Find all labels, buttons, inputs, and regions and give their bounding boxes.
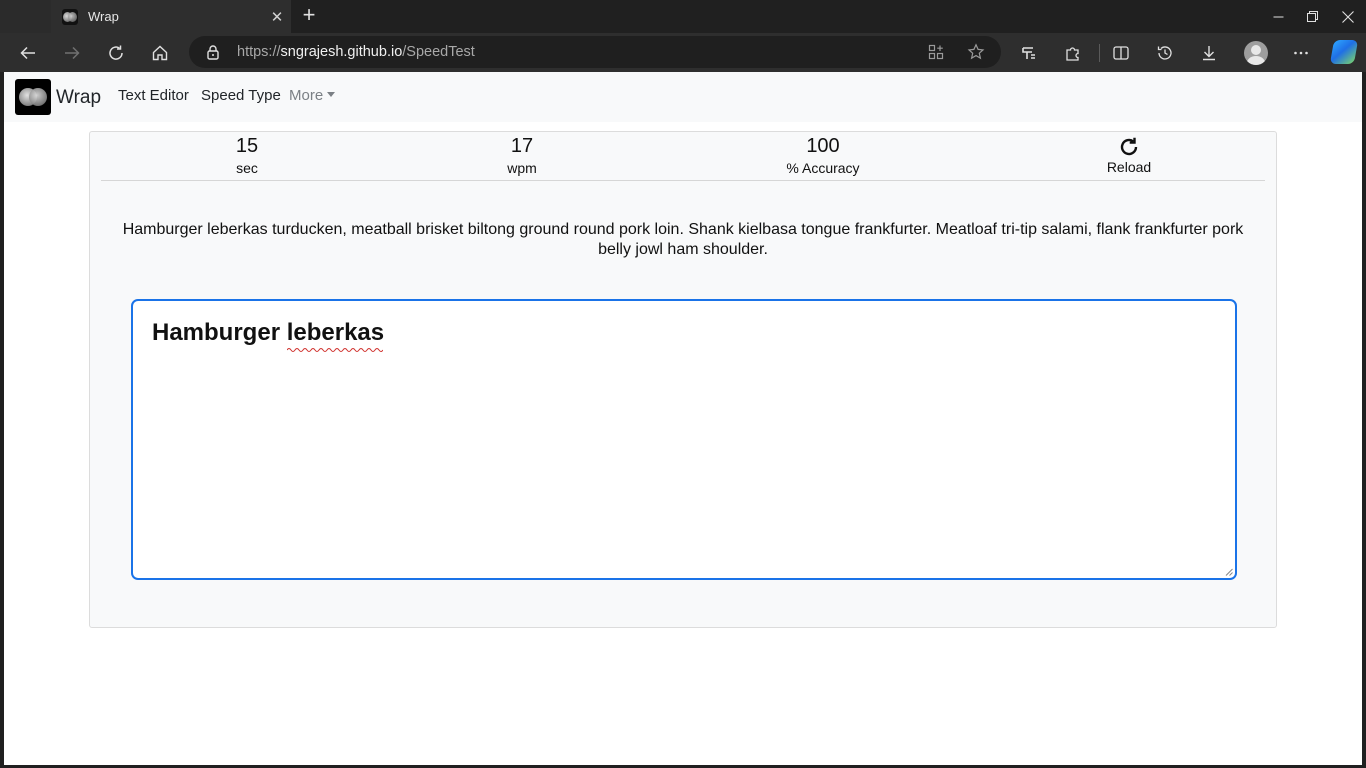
timer-value: 15 (235, 135, 259, 157)
reload-button[interactable]: Reload (1029, 132, 1229, 176)
timer-label: sec (236, 160, 258, 176)
toolbar-divider (1099, 44, 1100, 62)
stats-row: 15 sec 17 wpm 100 % Accuracy Reload (101, 132, 1265, 181)
split-screen-icon[interactable] (1107, 39, 1135, 67)
stat-timer: 15 sec (147, 132, 347, 177)
stat-accuracy: 100 % Accuracy (723, 132, 923, 177)
wpm-value: 17 (510, 135, 534, 157)
tab-title: Wrap (88, 9, 119, 24)
home-icon[interactable] (146, 39, 174, 67)
url-path: /SpeedTest (402, 44, 475, 60)
nav-link-speed-type[interactable]: Speed Type (201, 87, 281, 104)
misspelled-word: leberkas (286, 319, 385, 352)
page-viewport: Wrap Text Editor Speed Type More 15 sec … (4, 72, 1362, 765)
tab-actions-area[interactable] (0, 0, 51, 33)
refresh-icon[interactable] (102, 39, 130, 67)
url-text[interactable]: https://sngrajesh.github.io/SpeedTest (237, 44, 475, 60)
brand-name[interactable]: Wrap (56, 87, 101, 109)
reload-label: Reload (1106, 159, 1152, 175)
stat-wpm: 17 wpm (422, 132, 622, 177)
window-controls (1261, 0, 1366, 33)
restore-icon[interactable] (1296, 0, 1329, 33)
prompt-text: Hamburger leberkas turducken, meatball b… (122, 221, 1244, 258)
favorite-star-icon[interactable] (966, 42, 986, 62)
browser-tab-active[interactable]: Wrap ✕ (51, 0, 291, 33)
typed-text[interactable]: Hamburger leberkas (152, 319, 385, 352)
read-aloud-icon[interactable] (1015, 39, 1043, 67)
copilot-icon[interactable] (1329, 40, 1359, 64)
spellcheck-squiggle-icon (286, 348, 383, 352)
address-bar[interactable]: https://sngrajesh.github.io/SpeedTest (189, 36, 1001, 68)
typed-word: leberkas (286, 319, 385, 346)
resize-handle-icon[interactable] (1225, 568, 1233, 576)
lock-icon[interactable] (205, 44, 221, 60)
close-window-icon[interactable] (1329, 0, 1366, 33)
more-label: More (289, 87, 324, 104)
close-tab-icon[interactable]: ✕ (263, 8, 291, 26)
site-navbar: Wrap Text Editor Speed Type More (4, 72, 1362, 122)
extensions-icon[interactable] (1059, 39, 1087, 67)
browser-tab-strip: Wrap ✕ + (0, 0, 1366, 33)
typed-word: Hamburger (152, 319, 281, 346)
wpm-label: wpm (507, 160, 537, 176)
forward-arrow-icon[interactable] (58, 39, 86, 67)
accuracy-label: % Accuracy (786, 160, 860, 176)
caret-down-icon (327, 92, 336, 97)
history-icon[interactable] (1151, 39, 1179, 67)
app-available-icon[interactable] (926, 42, 946, 62)
typing-textarea[interactable]: Hamburger leberkas (131, 299, 1237, 580)
new-tab-icon[interactable]: + (297, 4, 321, 28)
nav-dropdown-more[interactable]: More (289, 87, 336, 104)
wrap-logo-icon[interactable] (15, 79, 51, 115)
minimize-icon[interactable] (1261, 0, 1296, 33)
accuracy-value: 100 (806, 135, 840, 157)
browser-toolbar: https://sngrajesh.github.io/SpeedTest (0, 33, 1366, 72)
back-arrow-icon[interactable] (14, 39, 42, 67)
url-host: sngrajesh.github.io (280, 44, 403, 60)
speed-test-card: 15 sec 17 wpm 100 % Accuracy Reload Hamb… (89, 131, 1277, 628)
url-scheme: https:// (237, 44, 281, 60)
more-options-icon[interactable] (1287, 39, 1315, 67)
nav-link-text-editor[interactable]: Text Editor (118, 87, 189, 104)
reload-icon[interactable] (1029, 132, 1229, 158)
downloads-icon[interactable] (1195, 39, 1223, 67)
wrap-favicon-icon (62, 8, 78, 25)
profile-avatar-icon[interactable] (1244, 41, 1268, 65)
